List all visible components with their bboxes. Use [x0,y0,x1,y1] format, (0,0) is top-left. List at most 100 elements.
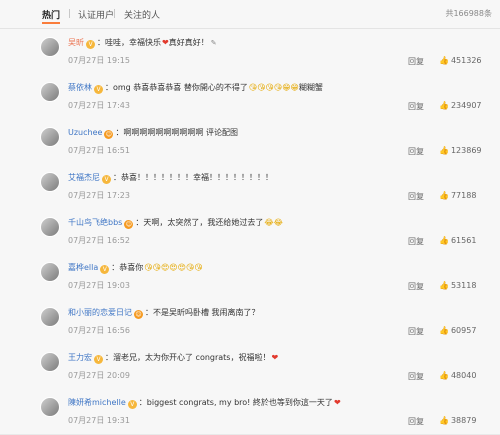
comment-tail-text: 真好真好！ [168,38,209,47]
verified-badge: V [94,85,103,94]
emoji-icon: 😘😘😘😘😁😁 [248,83,299,92]
like-button[interactable]: 👍 234907 [439,101,482,110]
comment-row: 嘉桦ella V ：恭喜你😘😘😍😍😍😘😘 07月27日 19:03 回复 👍 5311… [0,254,500,300]
reply-button[interactable]: 回复 [408,281,424,292]
comment-time: 07月27日 16:52 [68,236,130,245]
comment-content: 陳妍希michelle V ：biggest congrats, my bro! 終… [68,397,428,409]
heart-emoji-icon: ❤ [162,38,169,47]
comment-content: 吴昕 V ：哇哇，幸福快乐❤真好真好！ ✎ [68,37,428,49]
comment-time: 07月27日 17:43 [68,101,130,110]
comment-row: Uzuchee 😊 ：啊啊啊啊啊啊啊啊啊啊 评论配图 07月27日 16:51 回复… [0,119,500,165]
avatar[interactable] [40,172,60,192]
avatar[interactable] [40,352,60,372]
reply-button[interactable]: 回复 [408,101,424,112]
comment-panel: 热门 认证用户 关注的人 共166988条 吴昕 V ：哇哇，幸福快乐❤真好真好！ ✎… [0,0,500,435]
avatar[interactable] [40,37,60,57]
username-link[interactable]: 蔡依林 [68,83,92,92]
like-button[interactable]: 👍 48040 [439,371,476,380]
verified-badge: V [100,265,110,274]
reply-button[interactable]: 回复 [408,56,424,67]
comment-row: 蔡依林 V ：omg 恭喜恭喜恭喜 替你開心的不得了😘😘😘😘😁😁糊糊蟹 07月27日… [0,74,500,120]
reply-button[interactable]: 回复 [408,191,424,202]
heart-emoji-icon: ❤ [271,353,279,362]
user-level-badge: 😊 [134,310,143,319]
comment-tabs: 热门 认证用户 关注的人 共166988条 [0,0,500,29]
comment-text: ：不是吴昕吗卧槽 我闹离南了？ [145,308,260,317]
avatar[interactable] [40,262,60,282]
comment-row: 艾福杰尼 V ：恭喜！！！！！！！幸福！！！！！！！！ 07月27日 17:23 回… [0,164,500,210]
like-button[interactable]: 👍 61561 [439,236,476,245]
username-link[interactable]: 吴昕 [68,38,84,47]
thumbs-up-icon: 👍 [439,326,449,335]
like-count: 234907 [450,101,482,110]
like-count: 53118 [450,281,477,290]
comment-content: 和小丽的恋爱日记 😊 ：不是吴昕吗卧槽 我闹离南了？ [68,307,428,319]
verified-badge: V [127,400,137,409]
comment-total-count: 共166988条 [445,9,492,18]
emoji-icon: 😘😘😍😍😍😘😘 [144,263,203,272]
thumbs-up-icon: 👍 [439,101,449,110]
verified-badge: V [102,175,111,184]
comment-time: 07月27日 16:56 [68,326,130,335]
like-count: 38879 [450,416,477,425]
like-button[interactable]: 👍 53118 [439,281,476,290]
comment-text: ：溜老兄，太为你开心了 congrats，祝福啦！ [105,353,271,362]
like-button[interactable]: 👍 123869 [439,146,482,155]
like-count: 77188 [450,191,477,200]
laughing-emoji-icon: 😂😂 [264,218,284,227]
thumbs-up-icon: 👍 [439,371,449,380]
comment-time: 07月27日 17:23 [68,191,130,200]
username-link[interactable]: 艾福杰尼 [68,173,100,182]
comment-text: ：omg 恭喜恭喜恭喜 替你開心的不得了 [105,83,248,92]
like-button[interactable]: 👍 451326 [439,56,482,65]
comment-row: 陳妍希michelle V ：biggest congrats, my bro! 終… [0,389,500,435]
verified-badge: V [86,40,95,49]
tab-separator [69,9,70,18]
verified-badge: V [94,355,103,364]
avatar[interactable] [40,82,60,102]
reply-button[interactable]: 回复 [408,146,424,157]
username-link[interactable]: 和小丽的恋爱日记 [68,308,132,317]
user-level-badge: 😊 [124,220,134,229]
tab-hot[interactable]: 热门 [42,8,61,24]
comment-content: Uzuchee 😊 ：啊啊啊啊啊啊啊啊啊啊 评论配图 [68,127,428,139]
like-button[interactable]: 👍 77188 [439,191,476,200]
like-button[interactable]: 👍 38879 [439,416,476,425]
username-link[interactable]: 陳妍希michelle [68,398,126,407]
comment-time: 07月27日 20:09 [68,371,130,380]
thumbs-up-icon: 👍 [439,236,449,245]
user-level-badge: 😊 [104,130,114,139]
tab-separator [114,9,115,18]
thumbs-up-icon: 👍 [439,281,449,290]
like-count: 48040 [450,371,477,380]
comment-content: 千山鸟飞绝bbs 😊 ：天啊，太突然了，我还给她过去了😂😂 [68,217,428,229]
thumbs-up-icon: 👍 [439,56,449,65]
comment-row: 和小丽的恋爱日记 😊 ：不是吴昕吗卧槽 我闹离南了？ 07月27日 16:56 回复… [0,299,500,345]
comment-time: 07月27日 19:15 [68,56,130,65]
comment-content: 蔡依林 V ：omg 恭喜恭喜恭喜 替你開心的不得了😘😘😘😘😁😁糊糊蟹 [68,82,428,94]
reply-button[interactable]: 回复 [408,416,424,427]
avatar[interactable] [40,217,60,237]
like-count: 451326 [450,56,482,65]
username-link[interactable]: 嘉桦ella [68,263,98,272]
comment-row: 千山鸟飞绝bbs 😊 ：天啊，太突然了，我还给她过去了😂😂 07月27日 16:52… [0,209,500,255]
tab-verified-users[interactable]: 认证用户 [78,8,114,21]
thumbs-up-icon: 👍 [439,191,449,200]
thumbs-up-icon: 👍 [439,146,449,155]
reply-button[interactable]: 回复 [408,236,424,247]
comment-content: 嘉桦ella V ：恭喜你😘😘😍😍😍😘😘 [68,262,428,274]
username-link[interactable]: 千山鸟飞绝bbs [68,218,122,227]
username-link[interactable]: Uzuchee [68,128,102,137]
like-count: 60957 [450,326,477,335]
like-button[interactable]: 👍 60957 [439,326,476,335]
tab-following[interactable]: 关注的人 [124,8,160,21]
avatar[interactable] [40,127,60,147]
comment-text: ：天啊，太突然了，我还给她过去了 [135,218,264,227]
avatar[interactable] [40,307,60,327]
username-link[interactable]: 王力宏 [68,353,92,362]
avatar[interactable] [40,397,60,417]
reply-button[interactable]: 回复 [408,326,424,337]
comment-time: 07月27日 19:03 [68,281,130,290]
reply-button[interactable]: 回复 [408,371,424,382]
comment-text: ：啊啊啊啊啊啊啊啊啊啊 评论配图 [115,128,238,137]
